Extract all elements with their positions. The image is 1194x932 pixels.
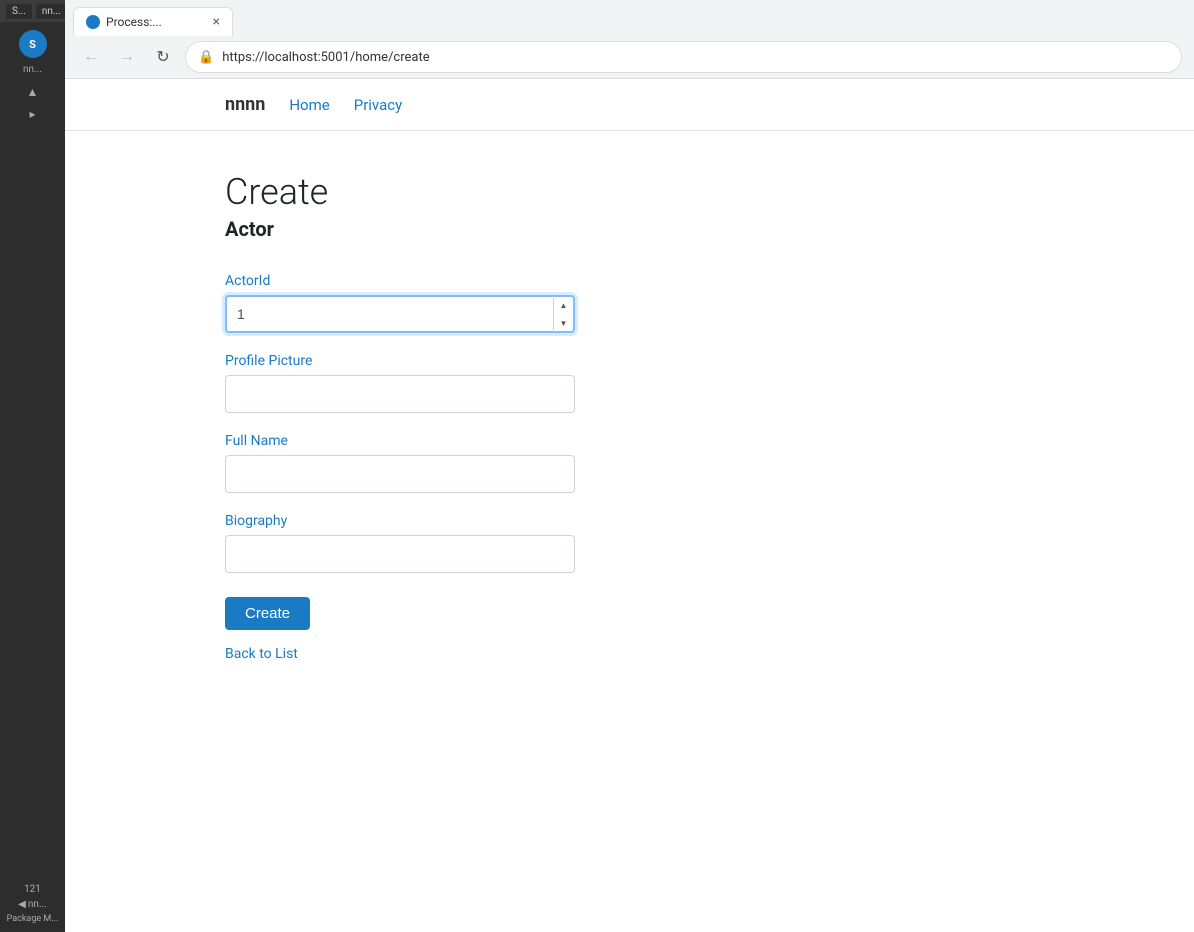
tab-bar: Process:... × [65,0,1194,36]
sidebar-bottom-arrows: ◀ nn... [18,899,47,910]
site-navbar: nnnn Home Privacy [65,79,1194,131]
site-brand[interactable]: nnnn [225,94,265,115]
sidebar-expand-icon[interactable]: ▲ [27,85,39,99]
url-text: https://localhost:5001/home/create [222,50,429,65]
nav-privacy-link[interactable]: Privacy [354,96,402,114]
spinner-up-icon[interactable]: ▲ [554,296,573,314]
profilepicture-input[interactable] [225,375,575,413]
sidebar-tab2[interactable]: nn... [36,4,67,19]
actorid-spinner: ▲ ▼ [553,296,573,332]
page-title: Create [225,171,1034,213]
biography-label: Biography [225,513,1034,529]
profilepicture-label: Profile Picture [225,353,1034,369]
sidebar-icon-group: S nn... ▲ ▸ [0,22,65,121]
address-bar[interactable]: 🔒 https://localhost:5001/home/create [185,41,1182,73]
tab-close-icon[interactable]: × [213,14,220,30]
sidebar-text1: nn... [0,62,65,77]
fullname-label: Full Name [225,433,1034,449]
sidebar-bottom: 121 ◀ nn... Package M... [0,884,65,932]
actorid-input[interactable] [227,300,553,328]
reload-button[interactable]: ↻ [149,43,177,71]
sidebar-circle[interactable]: S [19,30,47,58]
arrow-left-icon[interactable]: ◀ [18,899,26,910]
actorid-label: ActorId [225,273,1034,289]
biography-group: Biography [225,513,1034,573]
fullname-input[interactable] [225,455,575,493]
sidebar-collapse-icon[interactable]: ▸ [29,107,35,121]
sidebar-tab1[interactable]: S... [6,4,32,19]
fullname-group: Full Name [225,433,1034,493]
browser-chrome: Process:... × ← → ↻ 🔒 https://localhost:… [65,0,1194,79]
tab-title: Process:... [106,15,162,29]
back-to-list-link[interactable]: Back to List [225,646,1034,662]
forward-button[interactable]: → [113,43,141,71]
ide-sidebar: S... nn... S nn... ▲ ▸ 121 ◀ nn... Packa… [0,0,65,932]
create-button[interactable]: Create [225,597,310,630]
profilepicture-group: Profile Picture [225,353,1034,413]
browser-toolbar: ← → ↻ 🔒 https://localhost:5001/home/crea… [65,36,1194,78]
browser-tab[interactable]: Process:... × [73,7,233,36]
tab-favicon [86,15,100,29]
spinner-down-icon[interactable]: ▼ [554,314,573,332]
browser-window: Process:... × ← → ↻ 🔒 https://localhost:… [65,0,1194,932]
sidebar-line-num: 121 [24,884,41,895]
page-content: Create Actor ActorId ▲ ▼ Profile Picture [65,131,1194,932]
nav-home-link[interactable]: Home [289,96,329,114]
arrow-right-icon[interactable]: nn... [28,899,47,910]
back-button[interactable]: ← [77,43,105,71]
actorid-input-wrapper: ▲ ▼ [225,295,575,333]
create-form: ActorId ▲ ▼ Profile Picture Full Name [225,273,1034,662]
biography-input[interactable] [225,535,575,573]
lock-icon: 🔒 [198,50,214,65]
actorid-group: ActorId ▲ ▼ [225,273,1034,333]
sidebar-package-label: Package M... [7,914,59,924]
page-subtitle: Actor [225,217,1034,241]
sidebar-top-bar: S... nn... [0,0,65,22]
